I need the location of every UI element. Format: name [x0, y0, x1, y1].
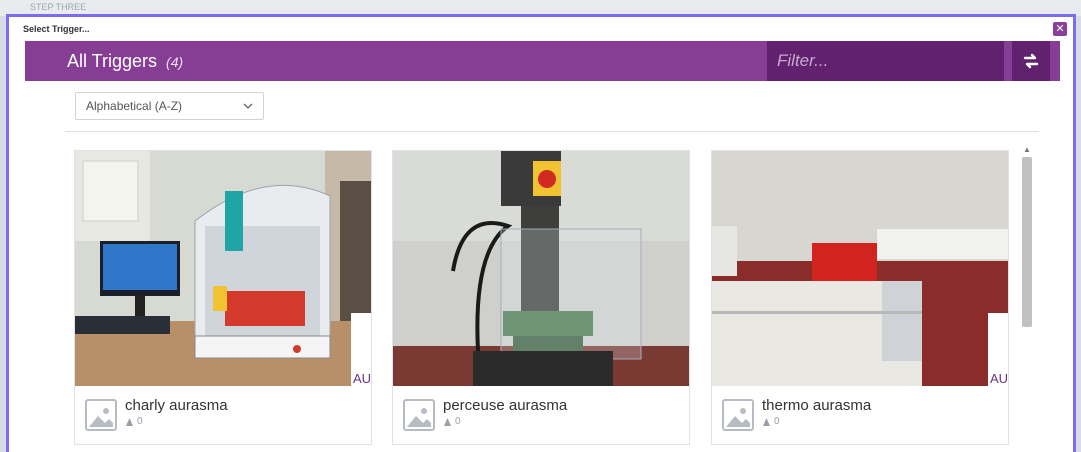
trigger-image[interactable]: AU [75, 151, 371, 386]
refresh-button[interactable] [1012, 41, 1050, 81]
trigger-count: (4) [166, 53, 184, 70]
divider [65, 131, 1039, 132]
close-button[interactable]: ✕ [1053, 22, 1067, 36]
trigger-views: 0 [125, 416, 228, 427]
trigger-card[interactable]: AU thermo aurasma 0 [711, 150, 1009, 445]
header-gap [1004, 41, 1012, 81]
trigger-image[interactable]: AU [712, 151, 1008, 386]
user-icon [444, 418, 451, 426]
header-title: All Triggers (4) [25, 51, 767, 72]
exchange-icon [1023, 53, 1039, 69]
dialog-title: Select Trigger... [23, 24, 90, 34]
trigger-views: 0 [762, 416, 871, 427]
sort-selected-value: Alphabetical (A-Z) [86, 99, 183, 113]
trigger-name: charly aurasma [125, 397, 228, 414]
chevron-down-icon [243, 103, 253, 109]
select-trigger-dialog: Select Trigger... ✕ All Triggers (4) Alp… [6, 14, 1076, 452]
trigger-footer: charly aurasma 0 [85, 397, 228, 431]
sort-dropdown[interactable]: Alphabetical (A-Z) [75, 92, 264, 120]
header-title-text: All Triggers [67, 50, 158, 71]
trigger-footer: perceuse aurasma 0 [403, 397, 567, 431]
background-step-text: STEP THREE [30, 2, 87, 12]
trigger-name: perceuse aurasma [443, 397, 568, 414]
trigger-view-count: 0 [774, 416, 780, 427]
image-placeholder-icon [403, 399, 435, 431]
scroll-up-arrow-icon[interactable]: ▲ [1023, 145, 1031, 154]
filter-input[interactable] [767, 41, 1004, 81]
image-placeholder-icon [722, 399, 754, 431]
trigger-footer: thermo aurasma 0 [722, 397, 871, 431]
aurasma-watermark: AU [990, 371, 1008, 386]
scrollbar[interactable]: ▲ [1019, 145, 1033, 445]
trigger-view-count: 0 [455, 416, 461, 427]
trigger-card[interactable]: AU charly aurasma 0 [74, 150, 372, 445]
user-icon [763, 418, 770, 426]
aurasma-watermark: AU [353, 371, 371, 386]
triggers-header: All Triggers (4) [25, 41, 1060, 81]
trigger-view-count: 0 [137, 416, 143, 427]
trigger-card[interactable]: perceuse aurasma 0 [392, 150, 690, 445]
user-icon [126, 418, 133, 426]
trigger-image[interactable] [393, 151, 689, 386]
dialog-titlebar: Select Trigger... ✕ [9, 17, 1073, 41]
trigger-views: 0 [443, 416, 567, 427]
trigger-name: thermo aurasma [762, 397, 872, 414]
scroll-thumb[interactable] [1022, 157, 1032, 327]
image-placeholder-icon [85, 399, 117, 431]
